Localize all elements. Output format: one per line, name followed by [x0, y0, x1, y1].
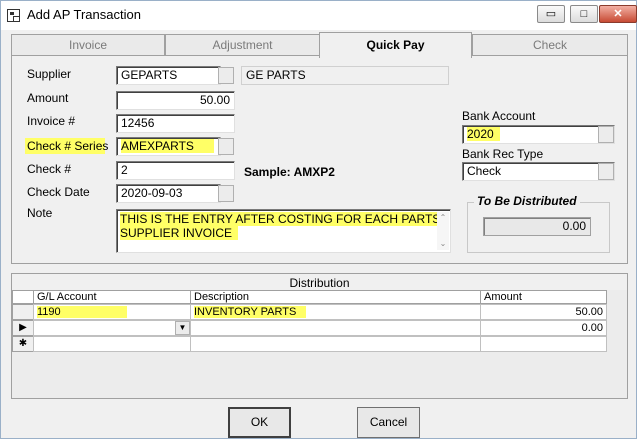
note-line-2: SUPPLIER INVOICE — [120, 226, 239, 240]
table-row-amount[interactable] — [480, 336, 607, 352]
supplier-label: Supplier — [27, 67, 72, 81]
table-row-description[interactable] — [190, 320, 481, 336]
table-row-amount[interactable]: 0.00 — [480, 320, 607, 336]
bank-account-field[interactable]: 2020 — [462, 125, 615, 144]
bank-account-value: 2020 — [467, 127, 500, 141]
gl-account-value: 1190 — [37, 306, 127, 318]
supplier-dropdown-button[interactable] — [218, 67, 234, 84]
check-number-label: Check # — [27, 162, 72, 176]
invoice-field[interactable]: 12456 — [116, 114, 235, 133]
supplier-name-field: GE PARTS — [241, 66, 449, 85]
tab-check[interactable]: Check — [472, 34, 628, 56]
check-date-label: Check Date — [27, 185, 90, 199]
amount-label: Amount — [27, 91, 69, 105]
current-row-indicator-icon[interactable]: ▶ — [12, 320, 34, 336]
table-row-amount[interactable]: 50.00 — [480, 304, 607, 320]
table-row-gl-account[interactable] — [33, 320, 191, 336]
table-row-gl-account[interactable]: 1190 — [33, 304, 191, 320]
amount-field[interactable]: 50.00 — [116, 91, 235, 110]
check-series-field[interactable]: AMEXPARTS — [116, 137, 221, 156]
table-row-description[interactable] — [190, 336, 481, 352]
bank-rec-type-dropdown-button[interactable] — [598, 163, 614, 180]
row-selector[interactable] — [12, 304, 34, 320]
to-be-distributed-field: 0.00 — [483, 217, 591, 236]
check-date-field[interactable]: 2020-09-03 — [116, 184, 221, 203]
new-row-indicator-icon[interactable]: ✱ — [12, 336, 34, 352]
tab-invoice[interactable]: Invoice — [11, 34, 165, 56]
cancel-button[interactable]: Cancel — [357, 407, 420, 438]
title-bar: Add AP Transaction ▭ □ ✕ — [1, 1, 637, 30]
note-textarea[interactable]: THIS IS THE ENTRY AFTER COSTING FOR EACH… — [116, 209, 451, 253]
table-row-description[interactable]: INVENTORY PARTS — [190, 304, 481, 320]
bank-account-dropdown-button[interactable] — [598, 126, 614, 143]
note-line-1: THIS IS THE ENTRY AFTER COSTING FOR EACH… — [120, 212, 441, 226]
check-series-value: AMEXPARTS — [121, 139, 214, 153]
to-be-distributed-label: To Be Distributed — [474, 194, 580, 208]
bank-account-label: Bank Account — [462, 109, 536, 123]
table-row-gl-account[interactable] — [33, 336, 191, 352]
tab-quick-pay[interactable]: Quick Pay — [319, 32, 472, 58]
check-sample-text: Sample: AMXP2 — [244, 165, 335, 179]
check-number-field[interactable]: 2 — [116, 161, 235, 180]
supplier-code-field[interactable]: GEPARTS — [116, 66, 221, 85]
column-header-description[interactable]: Description — [190, 290, 481, 304]
bank-rec-type-label: Bank Rec Type — [462, 147, 544, 161]
maximize-button[interactable]: □ — [570, 5, 598, 23]
scroll-down-icon[interactable]: ⌄ — [437, 238, 449, 250]
tab-adjustment[interactable]: Adjustment — [165, 34, 320, 56]
description-value: INVENTORY PARTS — [194, 306, 307, 318]
minimize-button[interactable]: ▭ — [537, 5, 565, 23]
note-label: Note — [27, 206, 53, 220]
chevron-down-icon[interactable]: ▼ — [175, 321, 190, 335]
app-icon — [7, 9, 20, 22]
note-scrollbar[interactable]: ⌃ ⌄ — [437, 212, 449, 250]
close-button[interactable]: ✕ — [599, 5, 637, 23]
ok-button[interactable]: OK — [228, 407, 291, 438]
bank-rec-type-field[interactable]: Check — [462, 162, 615, 181]
window-title: Add AP Transaction — [27, 7, 141, 22]
distribution-title: Distribution — [289, 276, 350, 290]
check-date-dropdown-button[interactable] — [218, 185, 234, 202]
add-ap-transaction-window: Add AP Transaction ▭ □ ✕ Invoice Adjustm… — [0, 0, 637, 439]
column-header-amount[interactable]: Amount — [480, 290, 607, 304]
grid-corner — [12, 290, 34, 304]
scroll-up-icon[interactable]: ⌃ — [437, 212, 449, 224]
column-header-gl-account[interactable]: G/L Account — [33, 290, 191, 304]
invoice-label: Invoice # — [27, 114, 76, 128]
check-series-dropdown-button[interactable] — [218, 138, 234, 155]
check-series-label: Check # Series — [25, 138, 109, 154]
